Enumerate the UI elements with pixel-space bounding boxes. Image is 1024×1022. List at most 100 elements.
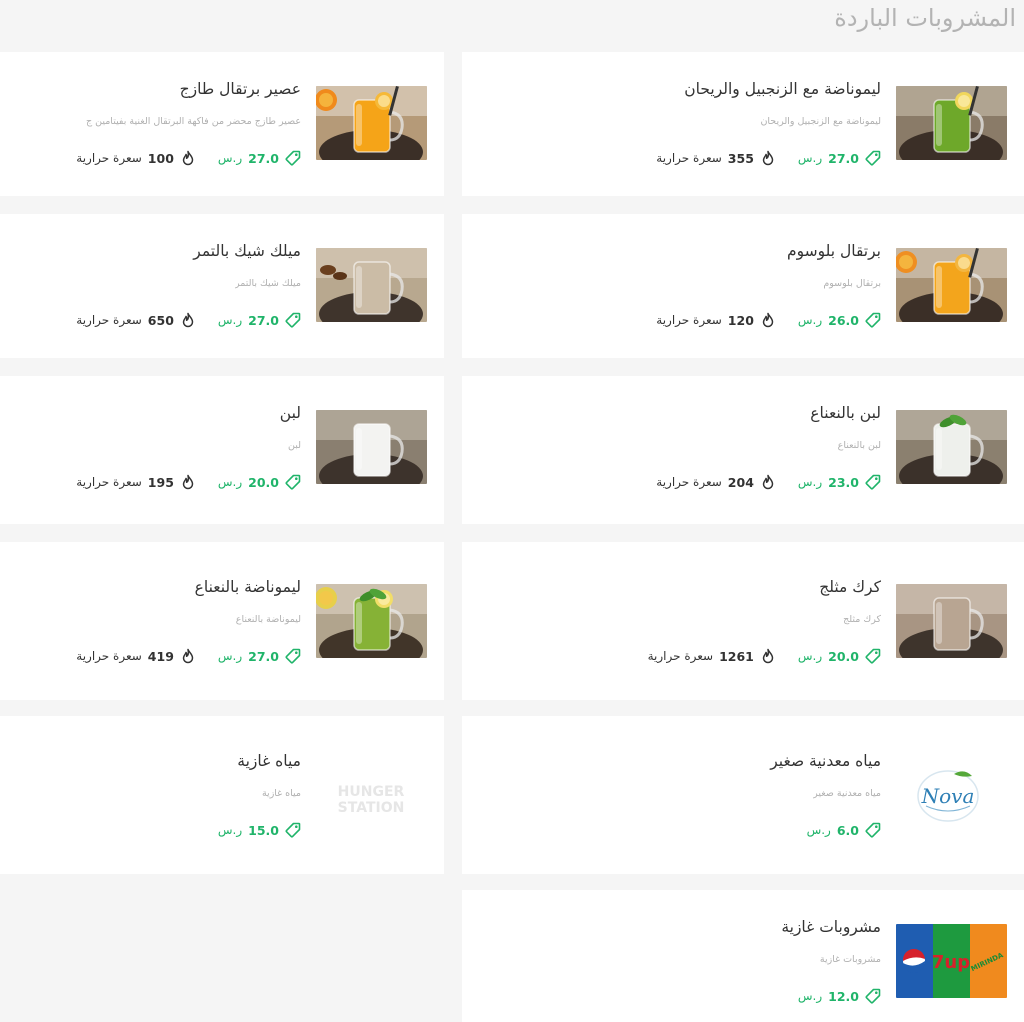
item-name[interactable]: مياه معدنية صغير	[770, 752, 881, 770]
item-name[interactable]: برتقال بلوسوم	[787, 242, 881, 260]
currency-label: ر.س	[806, 823, 831, 837]
item-description: ميلك شيك بالتمر	[234, 278, 301, 289]
price-value: 27.0	[248, 648, 279, 664]
item-name[interactable]: عصير برتقال طازج	[180, 80, 301, 98]
item-meta: 23.0 ر.س 204 سعرة حرارية	[656, 474, 881, 490]
price-info: 27.0 ر.س	[218, 312, 301, 328]
calories-label: سعرة حرارية	[656, 313, 722, 327]
item-meta: 27.0 ر.س 355 سعرة حرارية	[656, 150, 881, 166]
price-value: 23.0	[828, 474, 859, 490]
price-value: 20.0	[248, 474, 279, 490]
calories-label: سعرة حرارية	[647, 649, 714, 663]
item-description: ليموناضة مع الزنجبيل والريحان	[760, 116, 881, 127]
price-info: 12.0 ر.س	[798, 988, 881, 1004]
laban-image[interactable]	[316, 410, 427, 484]
item-meta: 27.0 ر.س 650 سعرة حرارية	[76, 312, 301, 328]
price-info: 27.0 ر.س	[218, 150, 301, 166]
orange-blossom-image[interactable]	[896, 248, 1007, 322]
menu-item-card[interactable]: لبن لبن 20.0 ر.س 195 سعرة حرارية	[0, 376, 444, 524]
price-value: 27.0	[248, 312, 279, 328]
calories-info: 419 سعرة حرارية	[76, 648, 196, 664]
currency-label: ر.س	[797, 151, 823, 165]
item-description: مياه معدنية صغير	[813, 788, 881, 799]
item-name[interactable]: ميلك شيك بالتمر	[193, 242, 301, 260]
calories-info: 195 سعرة حرارية	[76, 474, 196, 490]
calories-value: 120	[727, 312, 754, 328]
item-name[interactable]: مياه غازية	[237, 752, 301, 770]
menu-item-card[interactable]: عصير برتقال طازج عصير طازج محضر من فاكهة…	[0, 52, 444, 196]
item-meta: 12.0 ر.س	[798, 988, 881, 1004]
price-value: 12.0	[828, 988, 859, 1004]
item-meta: 26.0 ر.س 120 سعرة حرارية	[656, 312, 881, 328]
calories-label: سعرة حرارية	[76, 313, 142, 327]
item-name[interactable]: لبن	[280, 404, 301, 422]
calories-label: سعرة حرارية	[76, 151, 142, 165]
calories-info: 120 سعرة حرارية	[656, 312, 776, 328]
calories-label: سعرة حرارية	[76, 475, 142, 489]
price-tag-icon	[865, 648, 881, 664]
iced-karak-image[interactable]	[896, 584, 1007, 658]
item-meta: 27.0 ر.س 419 سعرة حرارية	[76, 648, 301, 664]
currency-label: ر.س	[797, 313, 823, 327]
mint-laban-image[interactable]	[896, 410, 1007, 484]
flame-icon	[760, 312, 776, 328]
flame-icon	[760, 648, 776, 664]
calories-info: 355 سعرة حرارية	[656, 150, 776, 166]
price-tag-icon	[865, 988, 881, 1004]
item-name[interactable]: ليموناضة مع الزنجبيل والريحان	[684, 80, 881, 98]
nova-logo[interactable]: Nova	[896, 758, 1007, 832]
green-lemonade-image[interactable]	[896, 86, 1007, 160]
item-description: ليموناضة بالنعناع	[235, 614, 301, 625]
placeholder-logo[interactable]: HUNGER STATION	[316, 758, 427, 832]
item-description: لبن بالنعناع	[837, 440, 881, 451]
orange-juice-image[interactable]	[316, 86, 427, 160]
item-name[interactable]: كرك مثلج	[819, 578, 881, 596]
item-meta: 20.0 ر.س 1261 سعرة حرارية	[648, 648, 881, 664]
price-value: 27.0	[248, 150, 279, 166]
currency-label: ر.س	[217, 151, 243, 165]
mint-lemonade-image[interactable]	[316, 584, 427, 658]
price-value: 6.0	[836, 822, 859, 838]
menu-item-card[interactable]: لبن بالنعناع لبن بالنعناع 23.0 ر.س 204 س…	[462, 376, 1024, 524]
menu-item-card[interactable]: ليموناضة بالنعناع ليموناضة بالنعناع 27.0…	[0, 542, 444, 700]
date-milkshake-image[interactable]	[316, 248, 427, 322]
price-tag-icon	[285, 822, 301, 838]
item-name[interactable]: ليموناضة بالنعناع	[195, 578, 301, 596]
calories-value: 100	[147, 150, 174, 166]
price-tag-icon	[865, 150, 881, 166]
item-description: كرك مثلج	[843, 614, 881, 625]
item-meta: 27.0 ر.س 100 سعرة حرارية	[76, 150, 301, 166]
price-value: 26.0	[828, 312, 859, 328]
flame-icon	[180, 648, 196, 664]
svg-text:7up: 7up	[932, 952, 970, 973]
price-tag-icon	[865, 822, 881, 838]
calories-info: 100 سعرة حرارية	[76, 150, 196, 166]
price-tag-icon	[285, 648, 301, 664]
menu-item-card[interactable]: ميلك شيك بالتمر ميلك شيك بالتمر 27.0 ر.س…	[0, 214, 444, 358]
menu-item-card[interactable]: برتقال بلوسوم برتقال بلوسوم 26.0 ر.س 120…	[462, 214, 1024, 358]
calories-label: سعرة حرارية	[656, 151, 722, 165]
soft-drinks-image[interactable]: 7up MIRINDA	[896, 924, 1007, 998]
item-description: مشروبات غازية	[819, 954, 881, 965]
price-tag-icon	[285, 150, 301, 166]
price-info: 23.0 ر.س	[798, 474, 881, 490]
svg-text:Nova: Nova	[921, 784, 975, 808]
price-info: 15.0 ر.س	[218, 822, 301, 838]
calories-value: 355	[727, 150, 754, 166]
calories-value: 419	[147, 648, 174, 664]
menu-item-card[interactable]: ليموناضة مع الزنجبيل والريحان ليموناضة م…	[462, 52, 1024, 196]
calories-info: 204 سعرة حرارية	[656, 474, 776, 490]
price-tag-icon	[865, 312, 881, 328]
item-description: لبن	[288, 440, 301, 451]
item-meta: 20.0 ر.س 195 سعرة حرارية	[76, 474, 301, 490]
price-info: 26.0 ر.س	[798, 312, 881, 328]
menu-item-card[interactable]: Nova مياه معدنية صغير مياه معدنية صغير 6…	[462, 716, 1024, 874]
menu-item-card[interactable]: كرك مثلج كرك مثلج 20.0 ر.س 1261 سعرة حرا…	[462, 542, 1024, 700]
menu-item-card[interactable]: 7up MIRINDA مشروبات غازية مشروبات غازية …	[462, 890, 1024, 1022]
item-name[interactable]: مشروبات غازية	[781, 918, 881, 936]
menu-item-card[interactable]: HUNGER STATION مياه غازية مياه غازية 15.…	[0, 716, 444, 874]
item-name[interactable]: لبن بالنعناع	[810, 404, 881, 422]
item-description: عصير طازج محضر من فاكهة البرتقال الغنية …	[85, 116, 301, 127]
placeholder-logo-text: HUNGER	[338, 784, 405, 800]
flame-icon	[760, 150, 776, 166]
